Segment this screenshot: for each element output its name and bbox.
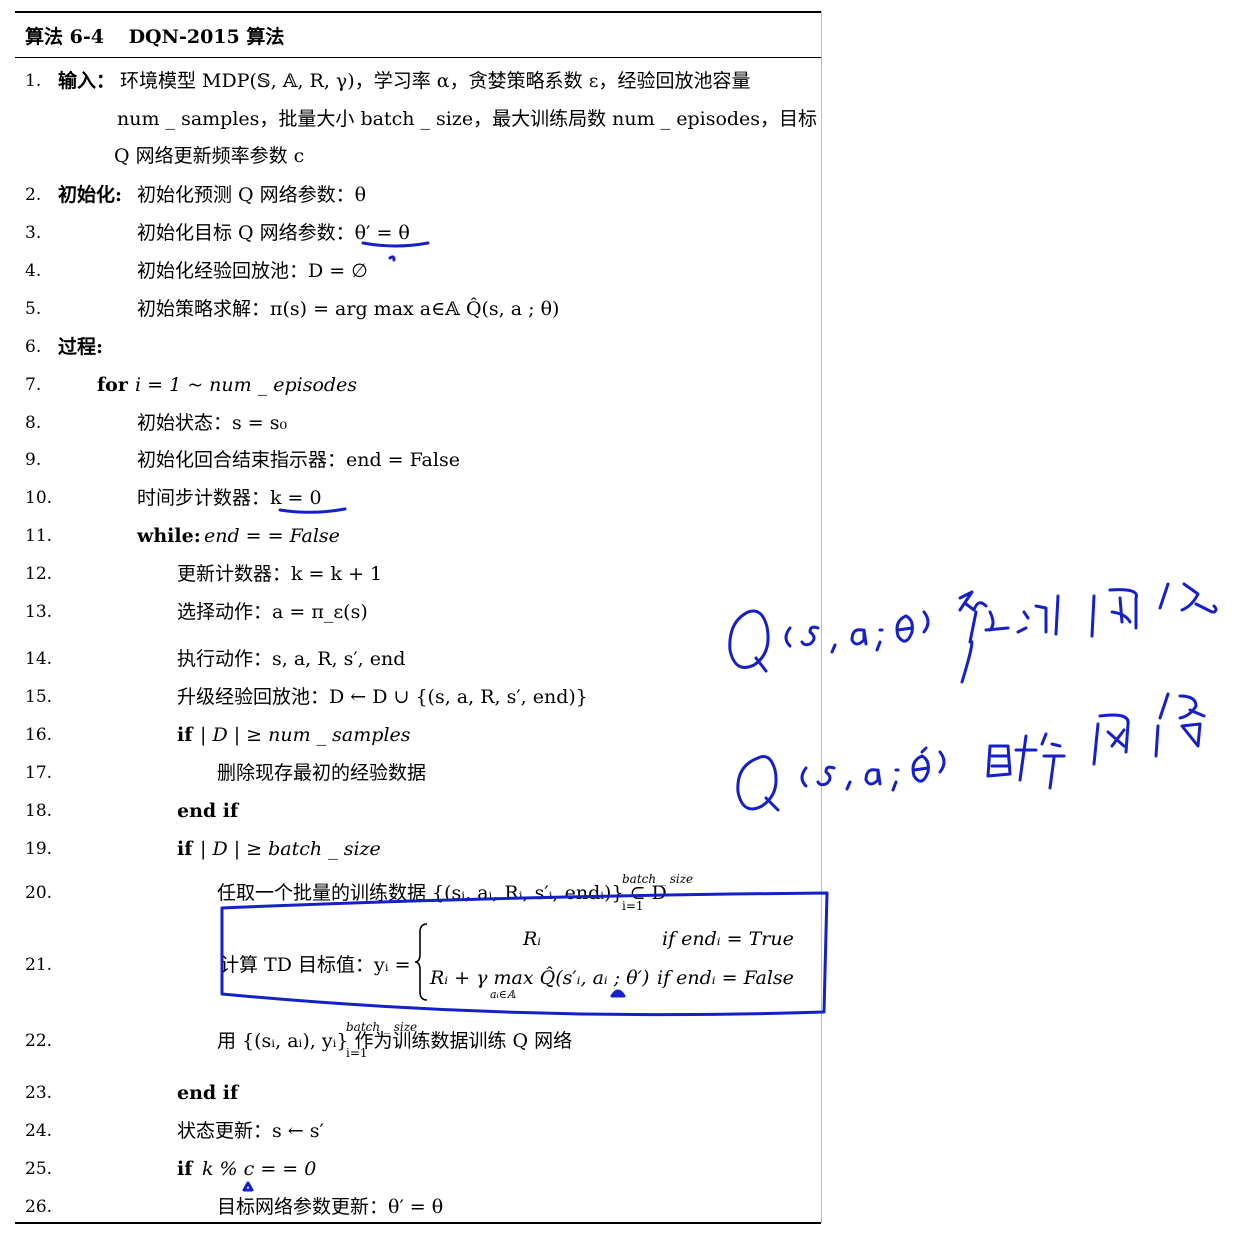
line-keyword: while:	[137, 525, 201, 547]
line-number: 11.	[25, 526, 53, 546]
line-text: 初始化预测 Q 网络参数：θ	[137, 184, 367, 206]
line-number: 10.	[25, 488, 53, 508]
line-number: 24.	[25, 1121, 53, 1141]
line-keyword: end if	[177, 800, 239, 822]
line-keyword: end if	[177, 1082, 239, 1104]
line-number: 9.	[25, 450, 42, 470]
algorithm-title: 算法 6-4 DQN-2015 算法	[25, 22, 284, 49]
handwritten-note-1	[728, 582, 1218, 684]
line-number: 2.	[25, 185, 42, 205]
line-text: 初始状态：s = s₀	[137, 412, 288, 434]
line-text: 状态更新：s ← s′	[177, 1120, 324, 1142]
case-max-subscript: aᵢ∈𝔸	[490, 988, 516, 1001]
mark-under-theta	[610, 989, 626, 998]
page-edge	[821, 11, 822, 1223]
line-text: 删除现存最初的经验数据	[217, 762, 427, 784]
line-text: 计算 TD 目标值：yᵢ =	[220, 954, 411, 976]
line-text: 更新计数器：k = k + 1	[177, 563, 383, 585]
line-number: 18.	[25, 801, 53, 821]
line-text: | D | ≥ num _ samples	[200, 724, 411, 746]
line-number: 20.	[25, 883, 53, 903]
top-rule	[15, 11, 821, 13]
line22-subscript: i=1	[346, 1046, 368, 1060]
line-text: 初始化目标 Q 网络参数：θ′ = θ	[137, 222, 410, 244]
line-number: 13.	[25, 602, 53, 622]
line-keyword: if	[177, 838, 193, 860]
line-number: 12.	[25, 564, 53, 584]
line-number: 8.	[25, 413, 42, 433]
tick-mark	[388, 255, 396, 262]
case-value-false: Rᵢ + γ max Q̂(s′ᵢ, aᵢ ; θ′)	[430, 967, 650, 989]
bottom-rule	[15, 1222, 821, 1224]
line-text: k % c = = 0	[202, 1158, 317, 1180]
line-text: 选择动作：a = π_ε(s)	[177, 601, 368, 623]
case-brace	[414, 923, 428, 1001]
line-number: 17.	[25, 763, 53, 783]
line-keyword: 初始化:	[58, 184, 123, 206]
case-cond-true: if endᵢ = True	[662, 928, 794, 950]
line-number: 4.	[25, 261, 42, 281]
line-number: 15.	[25, 687, 53, 707]
line-number: 21.	[25, 955, 53, 975]
line-number: 26.	[25, 1197, 53, 1217]
line-number: 23.	[25, 1083, 53, 1103]
line-number: 1.	[25, 71, 42, 91]
line20-superscript: batch _ size	[622, 872, 694, 886]
line-text: 初始化回合结束指示器：end = False	[137, 449, 460, 471]
case-value-true: Rᵢ	[523, 928, 542, 950]
line-keyword: for	[97, 374, 128, 396]
line-number: 7.	[25, 375, 42, 395]
line-text: 升级经验回放池：D ← D ∪ {(s, a, R, s′, end)}	[177, 686, 588, 708]
line-text: end = = False	[204, 525, 340, 547]
line-text: 初始化经验回放池：D = ∅	[137, 260, 368, 282]
line-number: 5.	[25, 299, 42, 319]
handwritten-note-2	[736, 692, 1206, 812]
algorithm-page: 算法 6-4 DQN-2015 算法 1. 输入： 环境模型 MDP(𝕊, 𝔸,…	[0, 0, 1242, 1240]
line-number: 14.	[25, 649, 53, 669]
line20-subscript: i=1	[622, 899, 644, 913]
line-keyword: if	[177, 724, 193, 746]
line-number: 19.	[25, 839, 53, 859]
line22-superscript: batch _ size	[346, 1020, 418, 1034]
line-number: 3.	[25, 223, 42, 243]
line-text: Q 网络更新频率参数 c	[114, 145, 305, 167]
line-text: 目标网络参数更新：θ′ = θ	[217, 1196, 444, 1218]
line-text: 执行动作：s, a, R, s′, end	[177, 648, 406, 670]
line-text: num _ samples，批量大小 batch _ size，最大训练局数 n…	[117, 108, 818, 130]
line-text: i = 1 ~ num _ episodes	[135, 374, 358, 396]
line-keyword: 输入：	[58, 70, 116, 92]
line-number: 25.	[25, 1159, 53, 1179]
line-number: 6.	[25, 337, 42, 357]
line-number: 22.	[25, 1031, 53, 1051]
line-text: 时间步计数器：k = 0	[137, 487, 322, 509]
line-text: 环境模型 MDP(𝕊, 𝔸, R, γ)，学习率 α，贪婪策略系数 ε，经验回放…	[120, 70, 751, 92]
mark-under-c	[242, 1181, 254, 1192]
algorithm-name: DQN-2015 算法	[128, 26, 285, 48]
header-rule	[15, 57, 821, 58]
line-number: 16.	[25, 725, 53, 745]
line-keyword: 过程:	[58, 336, 104, 358]
line-text: 任取一个批量的训练数据 {(sᵢ, aᵢ, Rᵢ, s′ᵢ, endᵢ)} ⊂ …	[217, 882, 667, 904]
line-keyword: if	[177, 1158, 193, 1180]
case-cond-false: if endᵢ = False	[657, 967, 794, 989]
algorithm-label: 算法 6-4	[25, 26, 104, 48]
line-text: | D | ≥ batch _ size	[200, 838, 381, 860]
line-text: 初始策略求解：π(s) = arg max a∈𝔸 Q̂(s, a ; θ)	[137, 298, 560, 320]
